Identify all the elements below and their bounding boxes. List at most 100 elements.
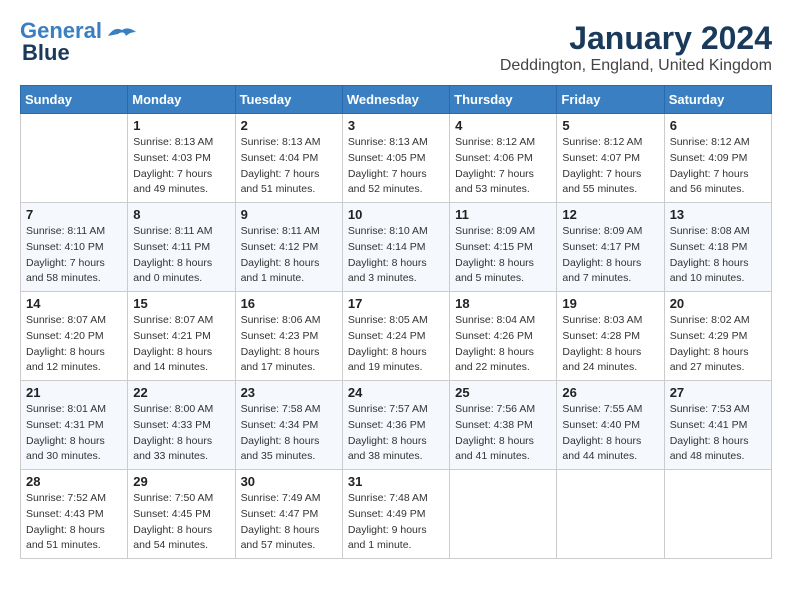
calendar-cell: 30 Sunrise: 7:49 AM Sunset: 4:47 PM Dayli… xyxy=(235,470,342,559)
calendar-body: 1Sunrise: 8:13 AM Sunset: 4:03 PM Daylig… xyxy=(21,114,772,559)
calendar-cell: 19 Sunrise: 8:03 AM Sunset: 4:28 PM Dayli… xyxy=(557,292,664,381)
calendar-header: SundayMondayTuesdayWednesdayThursdayFrid… xyxy=(21,86,772,114)
calendar-cell: 16 Sunrise: 8:06 AM Sunset: 4:23 PM Dayli… xyxy=(235,292,342,381)
day-number: 23 xyxy=(241,385,337,400)
day-info: Sunrise: 8:09 AM Sunset: 4:17 PM Dayligh… xyxy=(562,224,658,287)
day-number: 11 xyxy=(455,207,551,222)
calendar-table: SundayMondayTuesdayWednesdayThursdayFrid… xyxy=(20,85,772,559)
calendar-cell: 29Sunrise: 7:50 AM Sunset: 4:45 PM Dayli… xyxy=(128,470,235,559)
calendar-cell: 23Sunrise: 7:58 AM Sunset: 4:34 PM Dayli… xyxy=(235,381,342,470)
header-day-saturday: Saturday xyxy=(664,86,771,114)
day-info: Sunrise: 7:53 AM Sunset: 4:41 PM Dayligh… xyxy=(670,402,766,465)
header-row: SundayMondayTuesdayWednesdayThursdayFrid… xyxy=(21,86,772,114)
day-number: 4 xyxy=(455,118,551,133)
logo-blue: Blue xyxy=(22,40,70,65)
day-info: Sunrise: 8:10 AM Sunset: 4:14 PM Dayligh… xyxy=(348,224,444,287)
day-info: Sunrise: 7:48 AM Sunset: 4:49 PM Dayligh… xyxy=(348,491,444,554)
day-info: Sunrise: 8:13 AM Sunset: 4:05 PM Dayligh… xyxy=(348,135,444,198)
day-number: 24 xyxy=(348,385,444,400)
day-info: Sunrise: 8:02 AM Sunset: 4:29 PM Dayligh… xyxy=(670,313,766,376)
day-number: 12 xyxy=(562,207,658,222)
day-number: 31 xyxy=(348,474,444,489)
day-info: Sunrise: 8:01 AM Sunset: 4:31 PM Dayligh… xyxy=(26,402,122,465)
month-title: January 2024 xyxy=(500,20,772,57)
day-info: Sunrise: 8:04 AM Sunset: 4:26 PM Dayligh… xyxy=(455,313,551,376)
day-info: Sunrise: 8:12 AM Sunset: 4:06 PM Dayligh… xyxy=(455,135,551,198)
location-subtitle: Deddington, England, United Kingdom xyxy=(500,57,772,75)
week-row-1: 1Sunrise: 8:13 AM Sunset: 4:03 PM Daylig… xyxy=(21,114,772,203)
calendar-cell: 26Sunrise: 7:55 AM Sunset: 4:40 PM Dayli… xyxy=(557,381,664,470)
week-row-3: 14 Sunrise: 8:07 AM Sunset: 4:20 PM Dayli… xyxy=(21,292,772,381)
calendar-cell: 4 Sunrise: 8:12 AM Sunset: 4:06 PM Daylig… xyxy=(450,114,557,203)
calendar-cell: 31 Sunrise: 7:48 AM Sunset: 4:49 PM Dayli… xyxy=(342,470,449,559)
day-number: 7 xyxy=(26,207,122,222)
day-info: Sunrise: 8:13 AM Sunset: 4:03 PM Dayligh… xyxy=(133,135,229,198)
day-info: Sunrise: 8:08 AM Sunset: 4:18 PM Dayligh… xyxy=(670,224,766,287)
day-number: 18 xyxy=(455,296,551,311)
day-number: 21 xyxy=(26,385,122,400)
calendar-cell: 25Sunrise: 7:56 AM Sunset: 4:38 PM Dayli… xyxy=(450,381,557,470)
day-number: 9 xyxy=(241,207,337,222)
calendar-cell: 20 Sunrise: 8:02 AM Sunset: 4:29 PM Dayli… xyxy=(664,292,771,381)
title-area: January 2024 Deddington, England, United… xyxy=(500,20,772,75)
calendar-cell: 11 Sunrise: 8:09 AM Sunset: 4:15 PM Dayli… xyxy=(450,203,557,292)
calendar-cell: 6Sunrise: 8:12 AM Sunset: 4:09 PM Daylig… xyxy=(664,114,771,203)
header: General Blue January 2024 Deddington, En… xyxy=(20,20,772,75)
calendar-cell: 9 Sunrise: 8:11 AM Sunset: 4:12 PM Daylig… xyxy=(235,203,342,292)
logo-bird-icon xyxy=(106,24,138,51)
day-info: Sunrise: 7:57 AM Sunset: 4:36 PM Dayligh… xyxy=(348,402,444,465)
calendar-cell: 28Sunrise: 7:52 AM Sunset: 4:43 PM Dayli… xyxy=(21,470,128,559)
day-number: 3 xyxy=(348,118,444,133)
header-day-tuesday: Tuesday xyxy=(235,86,342,114)
calendar-cell: 13 Sunrise: 8:08 AM Sunset: 4:18 PM Dayli… xyxy=(664,203,771,292)
day-number: 30 xyxy=(241,474,337,489)
day-number: 5 xyxy=(562,118,658,133)
calendar-cell xyxy=(21,114,128,203)
day-number: 20 xyxy=(670,296,766,311)
day-info: Sunrise: 8:09 AM Sunset: 4:15 PM Dayligh… xyxy=(455,224,551,287)
day-info: Sunrise: 7:49 AM Sunset: 4:47 PM Dayligh… xyxy=(241,491,337,554)
day-number: 14 xyxy=(26,296,122,311)
day-info: Sunrise: 8:07 AM Sunset: 4:20 PM Dayligh… xyxy=(26,313,122,376)
day-info: Sunrise: 7:55 AM Sunset: 4:40 PM Dayligh… xyxy=(562,402,658,465)
logo: General Blue xyxy=(20,20,138,64)
calendar-cell: 27Sunrise: 7:53 AM Sunset: 4:41 PM Dayli… xyxy=(664,381,771,470)
calendar-cell: 17 Sunrise: 8:05 AM Sunset: 4:24 PM Dayli… xyxy=(342,292,449,381)
day-number: 15 xyxy=(133,296,229,311)
day-number: 17 xyxy=(348,296,444,311)
day-number: 2 xyxy=(241,118,337,133)
day-info: Sunrise: 8:05 AM Sunset: 4:24 PM Dayligh… xyxy=(348,313,444,376)
day-info: Sunrise: 8:03 AM Sunset: 4:28 PM Dayligh… xyxy=(562,313,658,376)
logo-text: General Blue xyxy=(20,20,102,64)
calendar-cell: 1Sunrise: 8:13 AM Sunset: 4:03 PM Daylig… xyxy=(128,114,235,203)
day-number: 6 xyxy=(670,118,766,133)
day-number: 19 xyxy=(562,296,658,311)
day-number: 22 xyxy=(133,385,229,400)
day-info: Sunrise: 8:06 AM Sunset: 4:23 PM Dayligh… xyxy=(241,313,337,376)
week-row-2: 7 Sunrise: 8:11 AM Sunset: 4:10 PM Daylig… xyxy=(21,203,772,292)
day-number: 29 xyxy=(133,474,229,489)
day-info: Sunrise: 8:11 AM Sunset: 4:12 PM Dayligh… xyxy=(241,224,337,287)
calendar-cell: 14 Sunrise: 8:07 AM Sunset: 4:20 PM Dayli… xyxy=(21,292,128,381)
calendar-cell xyxy=(557,470,664,559)
header-day-monday: Monday xyxy=(128,86,235,114)
calendar-cell: 5Sunrise: 8:12 AM Sunset: 4:07 PM Daylig… xyxy=(557,114,664,203)
day-number: 13 xyxy=(670,207,766,222)
header-day-thursday: Thursday xyxy=(450,86,557,114)
calendar-cell: 8Sunrise: 8:11 AM Sunset: 4:11 PM Daylig… xyxy=(128,203,235,292)
header-day-wednesday: Wednesday xyxy=(342,86,449,114)
day-number: 10 xyxy=(348,207,444,222)
calendar-cell: 22 Sunrise: 8:00 AM Sunset: 4:33 PM Dayli… xyxy=(128,381,235,470)
header-day-sunday: Sunday xyxy=(21,86,128,114)
calendar-cell: 7 Sunrise: 8:11 AM Sunset: 4:10 PM Daylig… xyxy=(21,203,128,292)
day-info: Sunrise: 8:00 AM Sunset: 4:33 PM Dayligh… xyxy=(133,402,229,465)
day-info: Sunrise: 8:07 AM Sunset: 4:21 PM Dayligh… xyxy=(133,313,229,376)
week-row-5: 28Sunrise: 7:52 AM Sunset: 4:43 PM Dayli… xyxy=(21,470,772,559)
day-info: Sunrise: 8:11 AM Sunset: 4:10 PM Dayligh… xyxy=(26,224,122,287)
day-number: 16 xyxy=(241,296,337,311)
calendar-cell: 12 Sunrise: 8:09 AM Sunset: 4:17 PM Dayli… xyxy=(557,203,664,292)
calendar-cell: 18 Sunrise: 8:04 AM Sunset: 4:26 PM Dayli… xyxy=(450,292,557,381)
calendar-cell xyxy=(664,470,771,559)
week-row-4: 21 Sunrise: 8:01 AM Sunset: 4:31 PM Dayli… xyxy=(21,381,772,470)
calendar-cell: 15 Sunrise: 8:07 AM Sunset: 4:21 PM Dayli… xyxy=(128,292,235,381)
